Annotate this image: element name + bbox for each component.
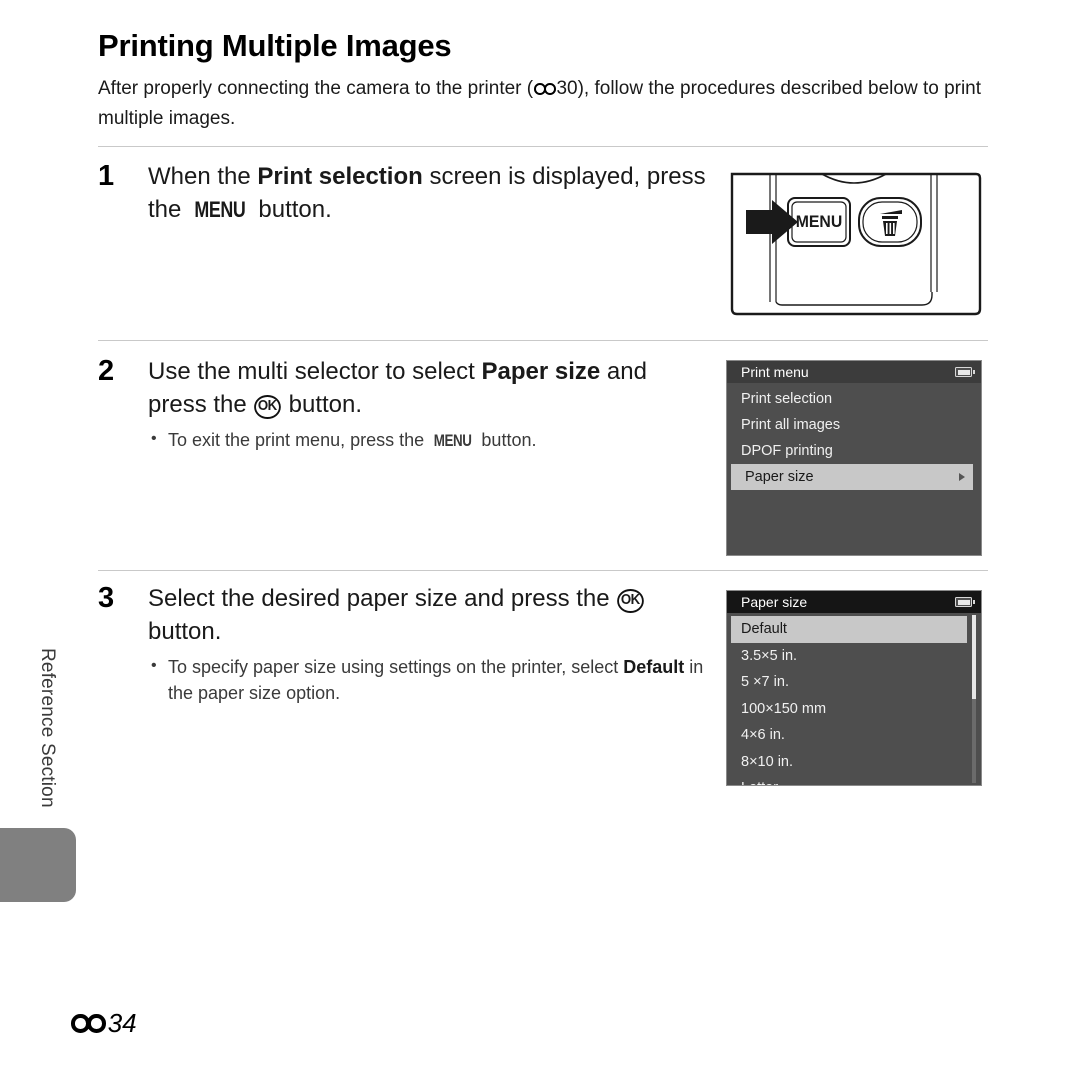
paper-size-item-3-5x5in[interactable]: 3.5×5 in.: [727, 643, 981, 670]
reference-mark-icon: [71, 1014, 106, 1033]
step-2-text-part1: Use the multi selector to select: [148, 358, 482, 385]
paper-size-title: Paper size: [741, 594, 808, 610]
paper-size-item-label: Letter: [741, 780, 778, 785]
step-2-bullet-1: To exit the print menu, press the MENU b…: [148, 426, 708, 454]
print-menu-item-print-selection[interactable]: Print selection: [727, 386, 981, 412]
camera-menu-label: MENU: [796, 213, 843, 232]
step-2-bullet-1-part2: button.: [476, 430, 537, 450]
print-menu-item-print-all-images[interactable]: Print all images: [727, 412, 981, 438]
print-menu-list: Print selection Print all images DPOF pr…: [727, 383, 981, 490]
step-3-bullet-1-emphasis: Default: [623, 657, 685, 677]
menu-button-icon: MENU: [194, 197, 246, 222]
paper-size-item-label: 4×6 in.: [741, 727, 785, 744]
print-menu-item-paper-size[interactable]: Paper size: [731, 464, 973, 490]
paper-size-item-label: Default: [741, 621, 787, 638]
step-1-text: When the Print selection screen is displ…: [148, 160, 708, 226]
step-1-number: 1: [98, 160, 115, 192]
ok-button-icon: OK: [254, 394, 281, 419]
paper-size-item-4x6in[interactable]: 4×6 in.: [727, 722, 981, 749]
print-menu-item-label: DPOF printing: [741, 443, 833, 459]
divider-1: [98, 146, 988, 147]
paper-size-header: Paper size: [727, 591, 981, 613]
step-3-bullet-1-part1: To specify paper size using settings on …: [168, 657, 624, 677]
step-2-number: 2: [98, 355, 115, 387]
camera-back-illustration: MENU: [726, 166, 982, 321]
step-1-text-part3: button.: [251, 196, 332, 223]
step-2-text-part3: button.: [281, 391, 363, 418]
ok-button-icon: OK: [617, 588, 644, 613]
paper-size-item-letter[interactable]: Letter: [727, 775, 981, 785]
reference-mark-icon: [533, 83, 556, 96]
paper-size-item-100x150mm[interactable]: 100×150 mm: [727, 696, 981, 723]
paper-size-item-label: 3.5×5 in.: [741, 647, 798, 664]
intro-text-before: After properly connecting the camera to …: [98, 78, 534, 99]
step-1-text-part1: When the: [148, 163, 258, 190]
step-2-bullets: To exit the print menu, press the MENU b…: [148, 426, 708, 454]
step-2-emphasis: Paper size: [481, 358, 601, 385]
intro-ref-number: 30: [556, 78, 578, 99]
paper-size-item-default[interactable]: Default: [731, 616, 967, 643]
step-3-bullets: To specify paper size using settings on …: [148, 653, 708, 706]
camera-svg: MENU: [730, 172, 982, 316]
step-2-bullet-1-part1: To exit the print menu, press the: [168, 430, 430, 450]
manual-page: Reference Section Printing Multiple Imag…: [0, 0, 1080, 1080]
section-tab: [0, 828, 76, 902]
intro-paragraph: After properly connecting the camera to …: [98, 74, 988, 134]
print-menu-title: Print menu: [741, 364, 809, 380]
menu-button-icon: MENU: [433, 431, 472, 450]
page-title: Printing Multiple Images: [98, 28, 452, 63]
print-menu-item-label: Paper size: [745, 469, 814, 485]
step-3-number: 3: [98, 582, 115, 614]
battery-icon: [955, 597, 975, 607]
paper-size-item-5x7in[interactable]: 5 ×7 in.: [727, 669, 981, 696]
paper-size-item-label: 8×10 in.: [741, 753, 794, 770]
section-label: Reference Section: [37, 648, 58, 808]
step-1-emphasis: Print selection: [257, 163, 423, 190]
scrollbar-thumb[interactable]: [972, 615, 976, 699]
print-menu-item-label: Print selection: [741, 391, 833, 407]
paper-size-screen: Paper size Default 3.5×5 in. 5 ×7 in. 10…: [726, 590, 982, 786]
chevron-right-icon: [959, 473, 965, 481]
print-menu-item-dpof-printing[interactable]: DPOF printing: [727, 438, 981, 464]
paper-size-item-8x10in[interactable]: 8×10 in.: [727, 749, 981, 776]
step-3-text-part1: Select the desired paper size and press …: [148, 585, 617, 612]
page-folio: 34: [70, 1008, 137, 1039]
print-menu-item-label: Print all images: [741, 417, 841, 433]
divider-2: [98, 340, 988, 341]
step-3-bullet-1: To specify paper size using settings on …: [148, 653, 708, 706]
paper-size-list: Default 3.5×5 in. 5 ×7 in. 100×150 mm 4×…: [727, 613, 981, 785]
step-3-text-part3: button.: [148, 618, 222, 645]
divider-3: [98, 570, 988, 571]
step-3-text: Select the desired paper size and press …: [148, 582, 708, 648]
paper-size-item-label: 5 ×7 in.: [741, 674, 789, 691]
print-menu-header: Print menu: [727, 361, 981, 383]
print-menu-screen: Print menu Print selection Print all ima…: [726, 360, 982, 556]
battery-icon: [955, 367, 975, 377]
paper-size-item-label: 100×150 mm: [741, 700, 827, 717]
paper-size-scrollbar[interactable]: [972, 615, 976, 783]
folio-number: 34: [107, 1008, 137, 1038]
step-2-text: Use the multi selector to select Paper s…: [148, 355, 708, 421]
